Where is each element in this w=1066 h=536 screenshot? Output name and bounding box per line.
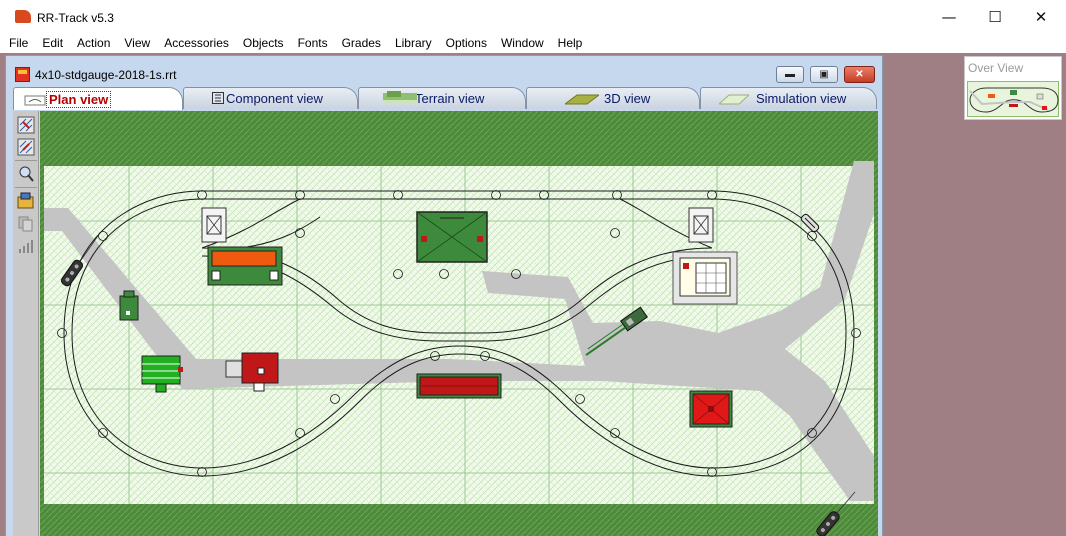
menu-fonts[interactable]: Fonts: [290, 34, 334, 53]
tab-component-view-label: Component view: [226, 91, 323, 106]
plan-view-icon: [24, 94, 46, 109]
app-icon: [15, 10, 31, 23]
menu-window[interactable]: Window: [493, 34, 550, 53]
office-building: [672, 251, 738, 305]
menu-edit[interactable]: Edit: [34, 34, 69, 53]
long-red-building: [416, 373, 502, 399]
menu-bar: File Edit Action View Accessories Object…: [0, 34, 1066, 53]
menu-file[interactable]: File: [0, 34, 34, 53]
overview-map[interactable]: [967, 81, 1059, 117]
document-icon: [15, 67, 30, 82]
tab-terrain-view[interactable]: Terrain view: [358, 87, 526, 109]
tab-3d-view[interactable]: 3D view: [526, 87, 700, 109]
document-window: 4x10-stdgauge-2018-1s.rrt ▬ ▣ ✕ Plan vie…: [5, 55, 883, 536]
select-tool-icon[interactable]: [16, 115, 36, 135]
layout-canvas[interactable]: [40, 111, 878, 536]
document-close-button[interactable]: ✕: [844, 66, 875, 83]
view-tabs: Plan view Component view Terrain view 3D…: [13, 87, 877, 110]
tab-3d-view-label: 3D view: [604, 91, 651, 106]
menu-action[interactable]: Action: [69, 34, 116, 53]
menu-view[interactable]: View: [116, 34, 156, 53]
edit-object-icon[interactable]: [16, 191, 36, 211]
simulation-view-icon: [717, 93, 751, 108]
tab-simulation-view-label: Simulation view: [756, 91, 847, 106]
tool-palette: [13, 111, 39, 536]
tab-simulation-view[interactable]: Simulation view: [700, 87, 877, 109]
minimize-button[interactable]: —: [926, 0, 972, 34]
title-bar: RR-Track v5.3 — ☐ ✕: [0, 0, 1066, 34]
select-area-icon[interactable]: [16, 137, 36, 157]
tab-component-view[interactable]: Component view: [183, 87, 358, 109]
signal-box-right: [688, 207, 714, 243]
overview-title: Over View: [968, 61, 1024, 75]
red-cabin: [689, 390, 733, 428]
document-minimize-button[interactable]: ▬: [776, 66, 804, 83]
maximize-button[interactable]: ☐: [972, 0, 1018, 34]
app-title: RR-Track v5.3: [37, 11, 114, 25]
menu-help[interactable]: Help: [550, 34, 589, 53]
copy-icon[interactable]: [16, 214, 36, 234]
document-title: 4x10-stdgauge-2018-1s.rrt: [35, 68, 177, 82]
menu-options[interactable]: Options: [438, 34, 493, 53]
tab-plan-view[interactable]: Plan view: [13, 87, 183, 110]
menu-library[interactable]: Library: [387, 34, 438, 53]
terrain-view-icon: [383, 91, 417, 108]
overview-panel[interactable]: Over View: [964, 56, 1062, 120]
zoom-icon[interactable]: [16, 164, 36, 184]
menu-objects[interactable]: Objects: [235, 34, 290, 53]
signal-box-left: [201, 207, 227, 243]
grade-icon[interactable]: [16, 236, 36, 256]
menu-grades[interactable]: Grades: [334, 34, 387, 53]
orange-warehouse: [207, 246, 283, 286]
component-view-icon: [212, 92, 224, 107]
close-button[interactable]: ✕: [1018, 0, 1064, 34]
tab-terrain-view-label: Terrain view: [415, 91, 485, 106]
3d-view-icon: [563, 93, 601, 108]
green-station: [416, 211, 488, 263]
document-restore-button[interactable]: ▣: [810, 66, 838, 83]
tab-plan-view-label: Plan view: [46, 90, 112, 108]
menu-accessories[interactable]: Accessories: [156, 34, 235, 53]
